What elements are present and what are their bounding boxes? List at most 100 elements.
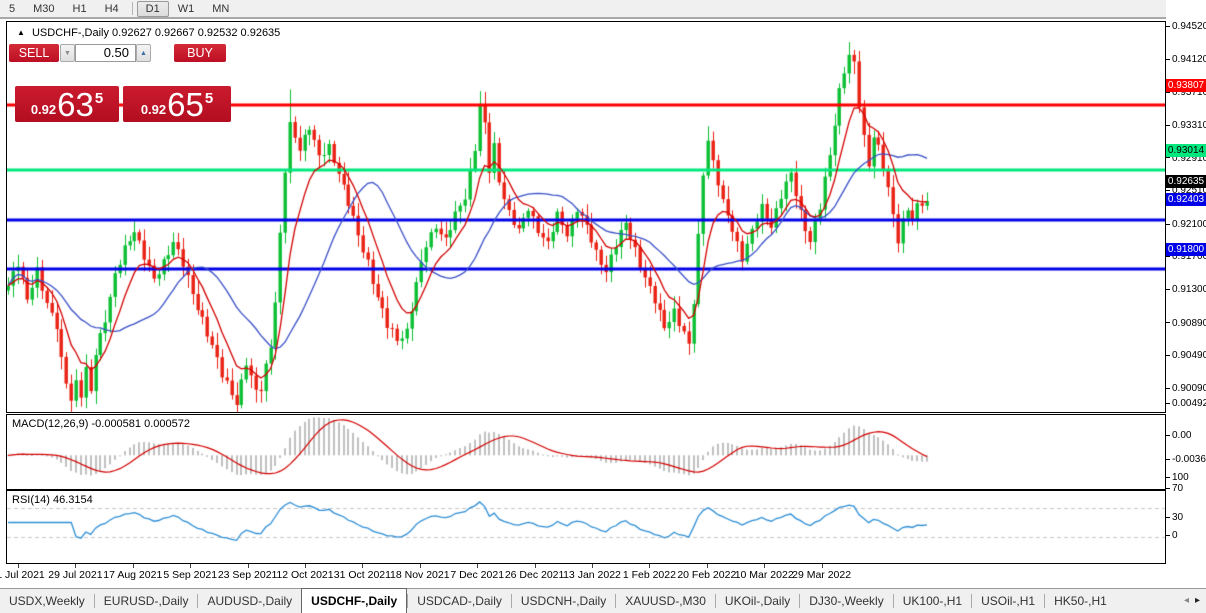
price-tick-label: 0.94120 (1166, 54, 1206, 66)
date-axis[interactable]: 11 Jul 202129 Jul 202117 Aug 20215 Sep 2… (6, 564, 1166, 587)
date-tick (535, 564, 536, 568)
date-label: 29 Mar 2022 (792, 569, 851, 581)
timeframe-button-m30[interactable]: M30 (24, 1, 63, 17)
macd-label: MACD(12,26,9) -0.000581 0.000572 (12, 418, 190, 430)
trading-platform-window: 5M30H1H4D1W1MN ▲ USDCHF-,Daily 0.92627 0… (0, 0, 1206, 613)
macd-signal-value: 0.000572 (144, 418, 190, 430)
tab-scroll-arrows: ◂▸ (1184, 589, 1206, 613)
current-price-badge: 0.92635 (1166, 175, 1206, 188)
macd-value: -0.000581 (91, 418, 141, 430)
volume-decrease-button[interactable]: ▼ (60, 44, 75, 62)
date-tick (248, 564, 249, 568)
volume-increase-button[interactable]: ▲ (136, 44, 151, 62)
macd-axis-label: 0.004926 (1166, 398, 1206, 410)
price-tick-label: 0.91300 (1166, 284, 1206, 296)
triangle-up-icon: ▲ (140, 50, 147, 57)
date-tick (362, 564, 363, 568)
chart-tab-usdcad-daily[interactable]: USDCAD-,Daily (408, 589, 511, 613)
chart-tab-hk50-h1[interactable]: HK50-,H1 (1045, 589, 1116, 613)
buy-price-pip: 5 (205, 90, 213, 107)
date-label: 7 Dec 2021 (450, 569, 504, 581)
date-label: 1 Feb 2022 (623, 569, 676, 581)
symbol-collapse-icon[interactable]: ▲ (17, 28, 25, 37)
date-label: 13 Jan 2022 (563, 569, 621, 581)
rsi-label: RSI(14) 46.3154 (12, 494, 93, 506)
chart-tab-usoil-h1[interactable]: USOil-,H1 (972, 589, 1044, 613)
price-tick-label: 0.93310 (1166, 120, 1206, 132)
price-axis[interactable]: 0.945200.941200.937100.933100.929100.925… (1166, 0, 1206, 613)
sell-price-big: 63 (57, 90, 94, 120)
date-tick (305, 564, 306, 568)
price-tick-label: 0.90890 (1166, 318, 1206, 330)
date-label: 31 Oct 2021 (334, 569, 391, 581)
timeframe-button-5[interactable]: 5 (0, 1, 24, 17)
date-label: 5 Sep 2021 (163, 569, 217, 581)
chart-title: ▲ USDCHF-,Daily 0.92627 0.92667 0.92532 … (17, 27, 280, 39)
macd-indicator-pane: MACD(12,26,9) -0.000581 0.000572 (6, 414, 1166, 490)
timeframe-button-d1[interactable]: D1 (137, 1, 169, 17)
chart-tab-eurusd-daily[interactable]: EURUSD-,Daily (95, 589, 198, 613)
chart-tab-uk100-h1[interactable]: UK100-,H1 (894, 589, 971, 613)
macd-axis-label: 0.00 (1166, 430, 1206, 442)
ohlc-low: 0.92532 (198, 27, 238, 39)
timeframe-button-h4[interactable]: H4 (96, 1, 128, 17)
price-tick-label: 0.94520 (1166, 21, 1206, 33)
sell-button[interactable]: SELL (9, 44, 59, 62)
chart-tab-usdcnh-daily[interactable]: USDCNH-,Daily (512, 589, 615, 613)
timeframe-button-w1[interactable]: W1 (169, 1, 204, 17)
date-tick (18, 564, 19, 568)
tick-dash (1166, 355, 1170, 356)
date-tick (707, 564, 708, 568)
date-label: 20 Feb 2022 (677, 569, 736, 581)
buy-price-button[interactable]: 0.92 65 5 (123, 86, 231, 122)
chart-tab-audusd-daily[interactable]: AUDUSD-,Daily (198, 589, 301, 613)
date-tick (477, 564, 478, 568)
ohlc-close: 0.92635 (241, 27, 281, 39)
date-label: 10 Mar 2022 (735, 569, 794, 581)
price-tick-label: 0.90490 (1166, 350, 1206, 362)
date-tick (420, 564, 421, 568)
tab-scroll-right-icon[interactable]: ▸ (1195, 596, 1200, 606)
chart-tab-usdchf-daily[interactable]: USDCHF-,Daily (301, 588, 407, 613)
rsi-name: RSI(14) (12, 494, 50, 506)
date-label: 17 Aug 2021 (103, 569, 162, 581)
timeframe-toolbar: 5M30H1H4 D1W1MN (0, 0, 1206, 19)
timeframe-button-h1[interactable]: H1 (64, 1, 96, 17)
buy-button[interactable]: BUY (174, 44, 226, 62)
tab-scroll-left-icon[interactable]: ◂ (1184, 596, 1189, 606)
date-tick (190, 564, 191, 568)
rsi-axis-label: 30 (1166, 512, 1206, 524)
triangle-down-icon: ▼ (64, 50, 71, 57)
tick-dash (1166, 256, 1170, 257)
date-label: 11 Jul 2021 (0, 569, 45, 581)
tick-dash (1166, 322, 1170, 323)
tick-dash (1166, 289, 1170, 290)
tick-dash (1166, 388, 1170, 389)
chart-tab-ukoil-daily[interactable]: UKOil-,Daily (716, 589, 799, 613)
level-price-badge: 0.93807 (1166, 79, 1206, 92)
buy-price-base: 0.92 (141, 102, 166, 117)
rsi-axis-label: 0 (1166, 530, 1206, 542)
sell-price-button[interactable]: 0.92 63 5 (15, 86, 119, 122)
chart-tab-xauusd-m30[interactable]: XAUUSD-,M30 (616, 589, 715, 613)
date-tick (822, 564, 823, 568)
tick-dash (1166, 59, 1170, 60)
rsi-axis-label: 70 (1166, 483, 1206, 495)
ohlc-high: 0.92667 (155, 27, 195, 39)
tick-dash (1166, 92, 1170, 93)
level-price-badge: 0.92403 (1166, 193, 1206, 206)
chart-tab-dj30-weekly[interactable]: DJ30-,Weekly (800, 589, 892, 613)
price-chart-pane: ▲ USDCHF-,Daily 0.92627 0.92667 0.92532 … (6, 21, 1166, 413)
date-tick (133, 564, 134, 568)
rsi-canvas[interactable] (7, 491, 1165, 563)
timeframe-button-mn[interactable]: MN (203, 1, 238, 17)
chart-tab-usdx-weekly[interactable]: USDX,Weekly (0, 589, 94, 613)
date-label: 26 Dec 2021 (505, 569, 565, 581)
tick-dash (1166, 26, 1170, 27)
date-tick (649, 564, 650, 568)
volume-input[interactable]: 0.50 (75, 44, 136, 62)
date-label: 29 Jul 2021 (48, 569, 102, 581)
sell-price-pip: 5 (95, 90, 103, 107)
tick-dash (1166, 224, 1170, 225)
date-label: 12 Oct 2021 (276, 569, 333, 581)
